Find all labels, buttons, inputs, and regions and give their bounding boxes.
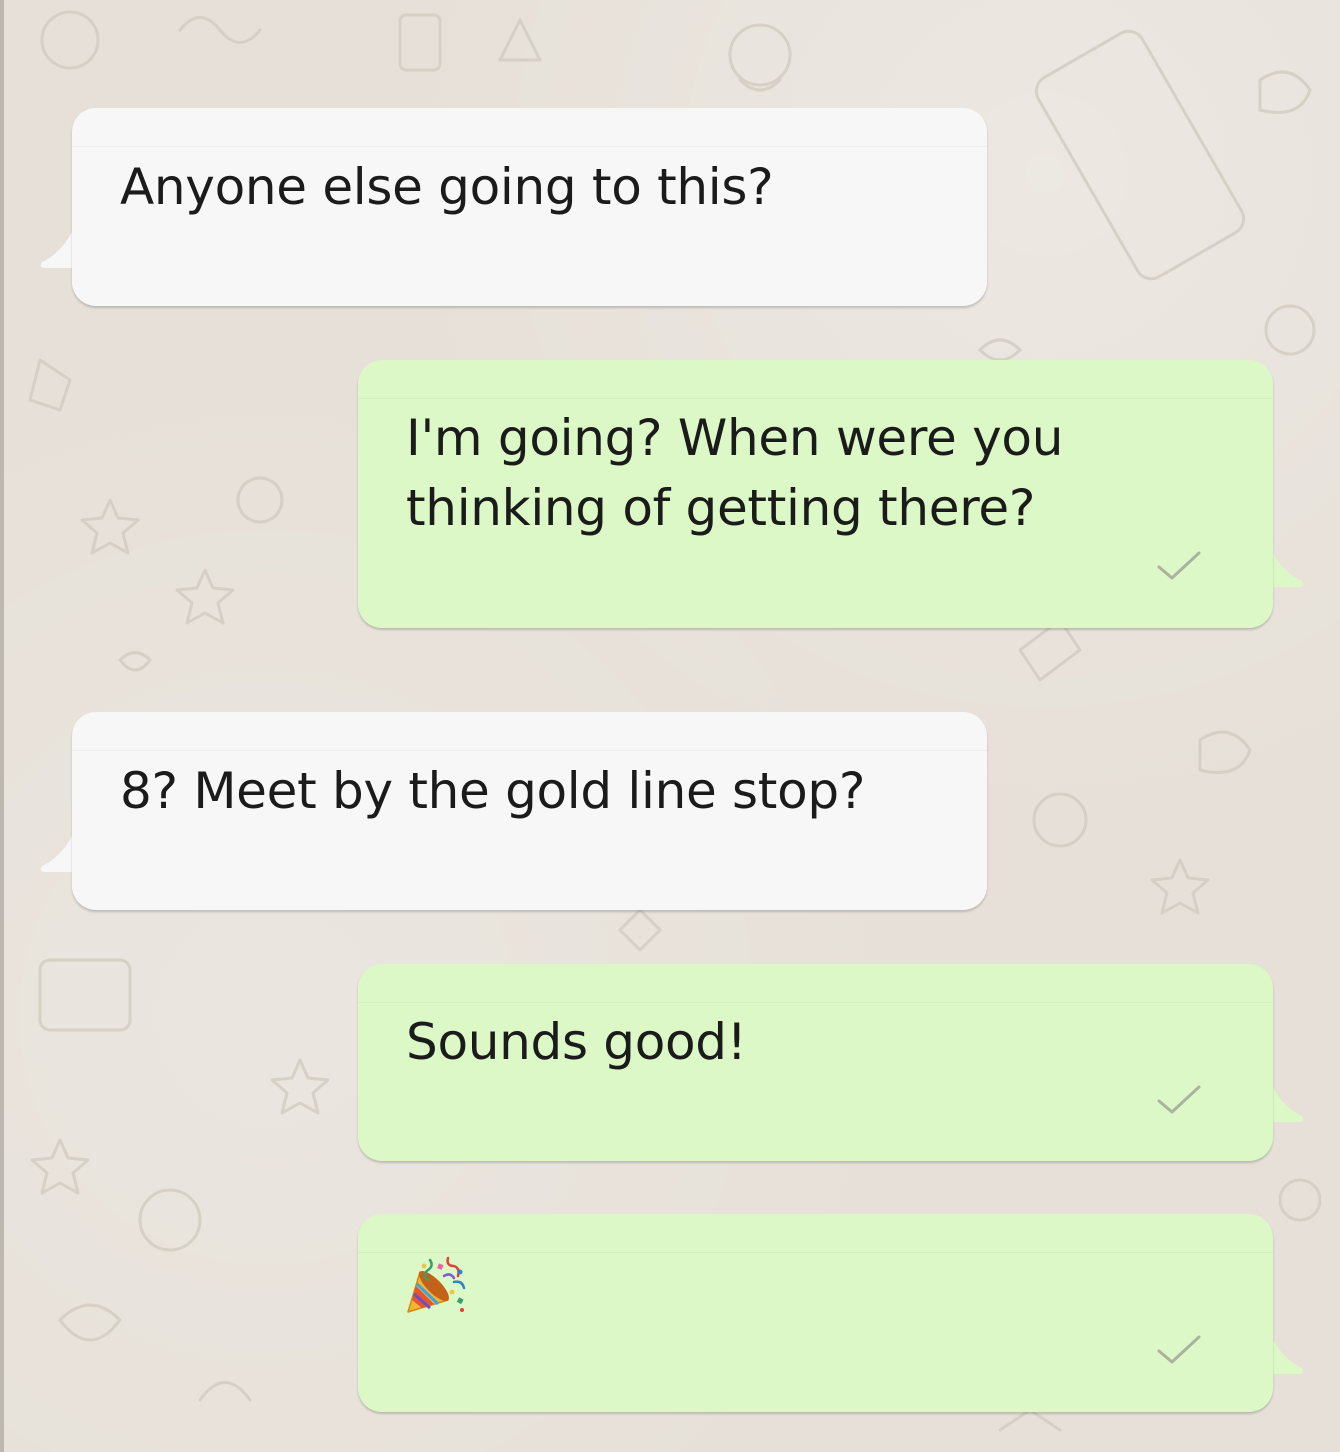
sent-check-icon <box>1157 1335 1201 1364</box>
message-bubble-outgoing[interactable]: I'm going? When were you thinking of get… <box>358 360 1273 628</box>
message-text: Sounds good! <box>406 1013 747 1071</box>
bubble-divider <box>72 750 987 751</box>
message-bubble-outgoing[interactable] <box>358 1214 1273 1412</box>
message-bubble-outgoing[interactable]: Sounds good! <box>358 964 1273 1161</box>
bubble-divider <box>358 398 1273 399</box>
bubble-divider <box>358 1002 1273 1003</box>
message-bubble-incoming[interactable]: Anyone else going to this? <box>72 108 987 306</box>
panel-divider <box>0 0 4 1452</box>
message-text: I'm going? When were you thinking of get… <box>406 409 1064 537</box>
bubble-divider <box>358 1252 1273 1253</box>
sent-check-icon <box>1157 1085 1201 1114</box>
message-text: 8? Meet by the gold line stop? <box>120 762 866 820</box>
message-text: Anyone else going to this? <box>120 158 774 216</box>
bubble-divider <box>72 146 987 147</box>
party-popper-icon <box>407 1256 466 1313</box>
sent-check-icon <box>1157 551 1201 580</box>
message-bubble-incoming[interactable]: 8? Meet by the gold line stop? <box>72 712 987 910</box>
